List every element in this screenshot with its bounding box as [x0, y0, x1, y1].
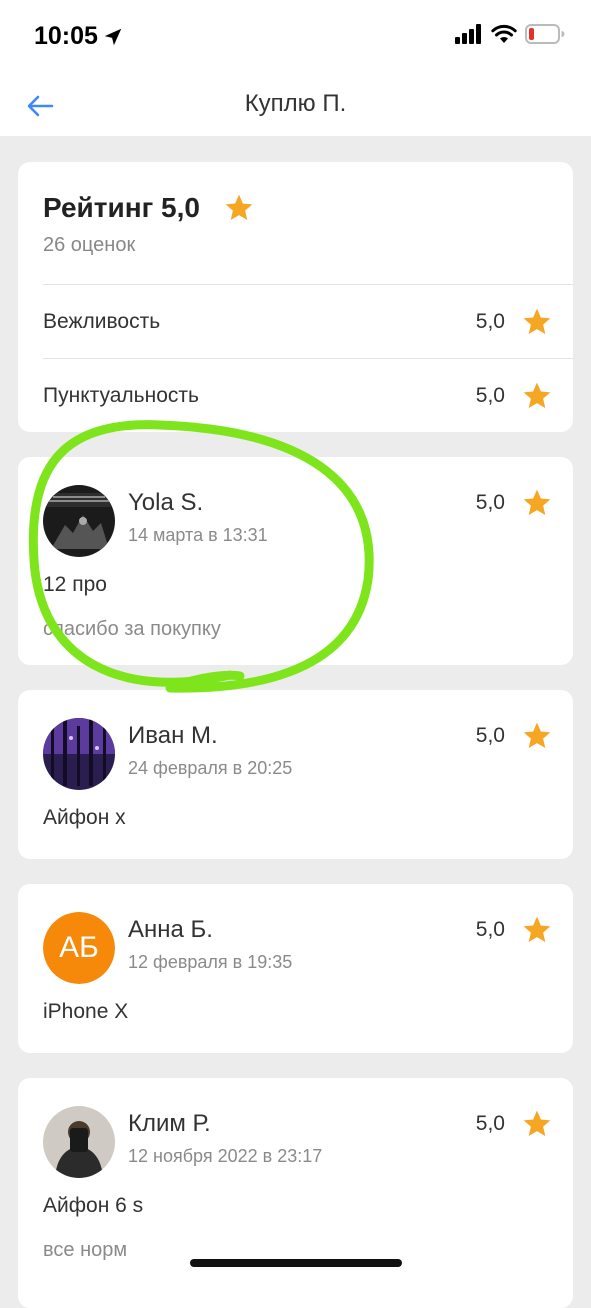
reviewer-name[interactable]: Клим Р.	[128, 1110, 211, 1138]
review-date: 12 ноября 2022 в 23:17	[128, 1146, 323, 1166]
review-text: 12 про	[43, 573, 107, 596]
wifi-icon	[491, 24, 517, 43]
signal-icon	[455, 24, 481, 44]
star-icon	[523, 382, 551, 408]
review-date: 12 февраля в 19:35	[128, 952, 293, 972]
avatar[interactable]	[43, 718, 115, 790]
rating-summary-card: Рейтинг 5,0 26 оценок Вежливость 5,0 Пун…	[18, 162, 573, 432]
rating-title: Рейтинг 5,0	[43, 192, 200, 223]
avatar[interactable]	[43, 485, 115, 557]
category-label: Вежливость	[43, 310, 161, 333]
page-title: Куплю П.	[244, 90, 347, 117]
battery-icon	[525, 24, 565, 44]
category-label: Пунктуальность	[43, 384, 199, 407]
review-date: 24 февраля в 20:25	[128, 758, 293, 778]
star-icon	[523, 308, 551, 334]
nav-bar: Куплю П.	[0, 76, 591, 136]
divider	[43, 358, 573, 359]
review-score: 5,0	[475, 724, 505, 747]
review-comment: все норм	[43, 1239, 128, 1261]
rating-count: 26 оценок	[43, 234, 136, 256]
review-text: Айфон х	[43, 806, 126, 829]
review-score: 5,0	[475, 491, 505, 514]
divider	[43, 284, 573, 285]
review-card[interactable]: Клим Р. 12 ноября 2022 в 23:17 5,0 Айфон…	[18, 1078, 573, 1308]
status-time: 10:05	[34, 22, 98, 50]
review-card[interactable]: АБ Анна Б. 12 февраля в 19:35 5,0 iPhone…	[18, 884, 573, 1053]
review-comment: спасибо за покупку	[43, 618, 221, 640]
review-score: 5,0	[475, 1112, 505, 1135]
review-date: 14 марта в 13:31	[128, 525, 268, 545]
reviewer-name[interactable]: Yola S.	[128, 489, 203, 517]
review-score: 5,0	[475, 918, 505, 941]
star-icon	[523, 489, 551, 515]
category-value: 5,0	[475, 310, 505, 333]
reviewer-name[interactable]: Анна Б.	[128, 916, 213, 944]
star-icon	[523, 1110, 551, 1136]
reviewer-name[interactable]: Иван М.	[128, 722, 218, 750]
status-bar: 10:05	[0, 0, 591, 76]
star-icon	[225, 194, 253, 220]
avatar-image	[43, 1106, 115, 1178]
avatar-initials: АБ	[43, 912, 115, 984]
review-text: iPhone X	[43, 1000, 129, 1023]
review-card[interactable]: Yola S. 14 марта в 13:31 5,0 12 про спас…	[18, 457, 573, 665]
avatar[interactable]	[43, 1106, 115, 1178]
star-icon	[523, 722, 551, 748]
review-card[interactable]: Иван М. 24 февраля в 20:25 5,0 Айфон х	[18, 690, 573, 859]
avatar-image	[43, 485, 115, 557]
avatar[interactable]: АБ	[43, 912, 115, 984]
avatar-image	[43, 718, 115, 790]
review-text: Айфон 6 s	[43, 1194, 144, 1217]
home-indicator[interactable]	[190, 1259, 402, 1267]
category-value: 5,0	[475, 384, 505, 407]
location-arrow-icon	[104, 28, 122, 46]
star-icon	[523, 916, 551, 942]
